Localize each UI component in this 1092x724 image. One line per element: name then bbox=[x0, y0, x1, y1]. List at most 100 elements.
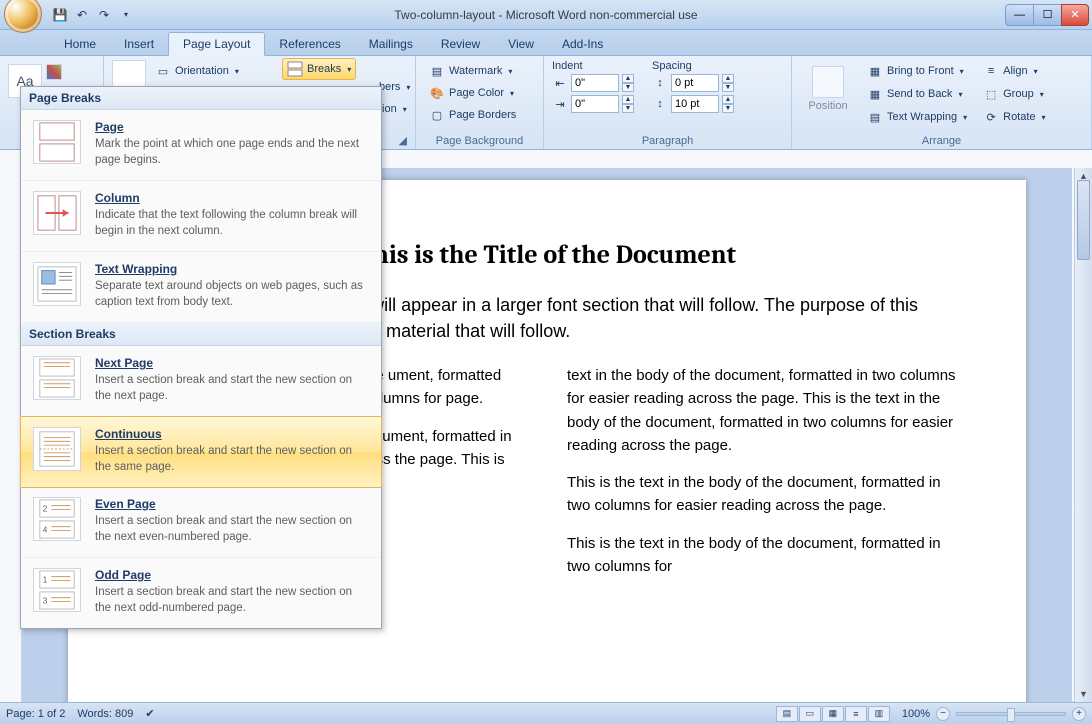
theme-colors-icon[interactable] bbox=[46, 64, 62, 80]
status-bar: Page: 1 of 2 Words: 809 ✔ ▤ ▭ ▦ ≡ ▥ 100%… bbox=[0, 702, 1092, 724]
breaks-item-title: Column bbox=[95, 191, 369, 205]
group-arrange: Position ▦Bring to Front▾ ▦Send to Back▾… bbox=[792, 56, 1092, 149]
indent-left-field[interactable] bbox=[571, 74, 619, 92]
indent-right-icon: ⇥ bbox=[552, 96, 568, 112]
text-wrapping-button[interactable]: ▤Text Wrapping▾ bbox=[862, 106, 972, 128]
window-title: Two-column-layout - Microsoft Word non-c… bbox=[0, 8, 1092, 22]
indent-right-field[interactable] bbox=[571, 95, 619, 113]
breaks-item-even-page[interactable]: 24 Even Page Insert a section break and … bbox=[21, 487, 381, 558]
indent-left-icon: ⇤ bbox=[552, 75, 568, 91]
breaks-item-title: Even Page bbox=[95, 497, 369, 511]
breaks-item-page[interactable]: Page Mark the point at which one page en… bbox=[21, 110, 381, 181]
breaks-item-title: Odd Page bbox=[95, 568, 369, 582]
tab-view[interactable]: View bbox=[494, 33, 548, 55]
indent-right-stepper[interactable]: ⇥ ▲▼ bbox=[552, 95, 634, 113]
status-page[interactable]: Page: 1 of 2 bbox=[6, 708, 65, 720]
breaks-item-column[interactable]: Column Indicate that the text following … bbox=[21, 181, 381, 252]
window-controls: — ☐ ✕ bbox=[1005, 4, 1089, 26]
breaks-label: Breaks bbox=[307, 63, 341, 75]
zoom-control: 100% − + bbox=[902, 707, 1086, 721]
group-label-page-bg: Page Background bbox=[424, 133, 535, 147]
rotate-button[interactable]: ⟳Rotate▾ bbox=[978, 106, 1050, 128]
continuous-break-icon bbox=[33, 427, 81, 471]
tab-addins[interactable]: Add-Ins bbox=[548, 33, 617, 55]
indent-left-stepper[interactable]: ⇤ ▲▼ bbox=[552, 74, 634, 92]
svg-text:4: 4 bbox=[43, 525, 48, 535]
body-paragraph[interactable]: This is the text in the body of the docu… bbox=[567, 532, 956, 579]
breaks-item-title: Continuous bbox=[95, 427, 369, 441]
breaks-item-next-page[interactable]: Next Page Insert a section break and sta… bbox=[21, 346, 381, 417]
minimize-button[interactable]: — bbox=[1005, 4, 1033, 26]
stepper-down-icon[interactable]: ▼ bbox=[622, 83, 634, 92]
spacing-after-field[interactable] bbox=[671, 95, 719, 113]
breaks-dropdown: Page Breaks Page Mark the point at which… bbox=[20, 86, 382, 629]
orientation-label: Orientation bbox=[175, 65, 229, 77]
page-borders-button[interactable]: ▢Page Borders bbox=[424, 104, 535, 126]
spacing-before-field[interactable] bbox=[671, 74, 719, 92]
align-button[interactable]: ≡Align▾ bbox=[978, 60, 1050, 82]
orientation-button[interactable]: ▭ Orientation▾ bbox=[150, 60, 244, 82]
scroll-down-icon[interactable]: ▼ bbox=[1075, 686, 1092, 702]
web-layout-view-button[interactable]: ▦ bbox=[822, 706, 844, 722]
tab-page-layout[interactable]: Page Layout bbox=[168, 32, 265, 56]
breaks-item-desc: Indicate that the text following the col… bbox=[95, 208, 369, 239]
breaks-button[interactable]: Breaks▾ bbox=[282, 58, 356, 80]
zoom-value[interactable]: 100% bbox=[902, 708, 930, 720]
vertical-ruler[interactable] bbox=[0, 150, 22, 702]
rotate-icon: ⟳ bbox=[983, 109, 999, 125]
column-right[interactable]: text in the body of the document, format… bbox=[567, 364, 956, 592]
spacing-before-stepper[interactable]: ↕ ▲▼ bbox=[652, 74, 734, 92]
bring-to-front-button[interactable]: ▦Bring to Front▾ bbox=[862, 60, 972, 82]
proofing-icon[interactable]: ✔ bbox=[145, 707, 154, 720]
maximize-button[interactable]: ☐ bbox=[1033, 4, 1061, 26]
office-button[interactable] bbox=[4, 0, 42, 33]
breaks-item-desc: Insert a section break and start the new… bbox=[95, 373, 369, 404]
breaks-item-odd-page[interactable]: 13 Odd Page Insert a section break and s… bbox=[21, 558, 381, 628]
dialog-launcher-icon[interactable]: ◢ bbox=[399, 132, 407, 147]
tab-home[interactable]: Home bbox=[50, 33, 110, 55]
zoom-out-button[interactable]: − bbox=[936, 707, 950, 721]
position-button[interactable]: Position bbox=[800, 60, 856, 128]
undo-icon[interactable]: ↶ bbox=[74, 7, 90, 23]
group-paragraph: Indent ⇤ ▲▼ ⇥ ▲▼ Spacing ↕ ▲▼ bbox=[544, 56, 792, 149]
breaks-item-text-wrapping[interactable]: Text Wrapping Separate text around objec… bbox=[21, 252, 381, 323]
group-objects-button[interactable]: ⬚Group▾ bbox=[978, 83, 1050, 105]
tab-review[interactable]: Review bbox=[427, 33, 494, 55]
tab-references[interactable]: References bbox=[265, 33, 354, 55]
full-screen-view-button[interactable]: ▭ bbox=[799, 706, 821, 722]
outline-view-button[interactable]: ≡ bbox=[845, 706, 867, 722]
zoom-slider[interactable] bbox=[956, 712, 1066, 716]
save-icon[interactable]: 💾 bbox=[52, 7, 68, 23]
tab-insert[interactable]: Insert bbox=[110, 33, 168, 55]
text-wrap-icon: ▤ bbox=[867, 109, 883, 125]
close-button[interactable]: ✕ bbox=[1061, 4, 1089, 26]
draft-view-button[interactable]: ▥ bbox=[868, 706, 890, 722]
print-layout-view-button[interactable]: ▤ bbox=[776, 706, 798, 722]
spacing-label: Spacing bbox=[652, 60, 734, 72]
breaks-item-continuous[interactable]: Continuous Insert a section break and st… bbox=[20, 416, 382, 488]
send-to-back-button[interactable]: ▦Send to Back▾ bbox=[862, 83, 972, 105]
group-icon: ⬚ bbox=[983, 86, 999, 102]
vertical-scrollbar[interactable]: ▲ ▼ bbox=[1074, 168, 1092, 702]
page-color-button[interactable]: 🎨Page Color▾ bbox=[424, 82, 535, 104]
watermark-icon: ▤ bbox=[429, 63, 445, 79]
zoom-slider-knob[interactable] bbox=[1007, 708, 1015, 722]
group-label-paragraph: Paragraph bbox=[552, 133, 783, 147]
status-words[interactable]: Words: 809 bbox=[77, 708, 133, 720]
redo-icon[interactable]: ↷ bbox=[96, 7, 112, 23]
bring-front-icon: ▦ bbox=[867, 63, 883, 79]
tab-mailings[interactable]: Mailings bbox=[355, 33, 427, 55]
stepper-up-icon[interactable]: ▲ bbox=[622, 74, 634, 83]
qat-more-icon[interactable]: ▾ bbox=[118, 7, 134, 23]
body-paragraph[interactable]: This is the text in the body of the docu… bbox=[567, 471, 956, 518]
zoom-in-button[interactable]: + bbox=[1072, 707, 1086, 721]
indent-label: Indent bbox=[552, 60, 634, 72]
spacing-after-stepper[interactable]: ↕ ▲▼ bbox=[652, 95, 734, 113]
spacing-before-icon: ↕ bbox=[652, 75, 668, 91]
watermark-button[interactable]: ▤Watermark▾ bbox=[424, 60, 535, 82]
body-paragraph[interactable]: text in the body of the document, format… bbox=[567, 364, 956, 457]
column-break-icon bbox=[33, 191, 81, 235]
breaks-item-desc: Mark the point at which one page ends an… bbox=[95, 137, 369, 168]
scrollbar-thumb[interactable] bbox=[1077, 180, 1090, 260]
breaks-item-title: Page bbox=[95, 120, 369, 134]
